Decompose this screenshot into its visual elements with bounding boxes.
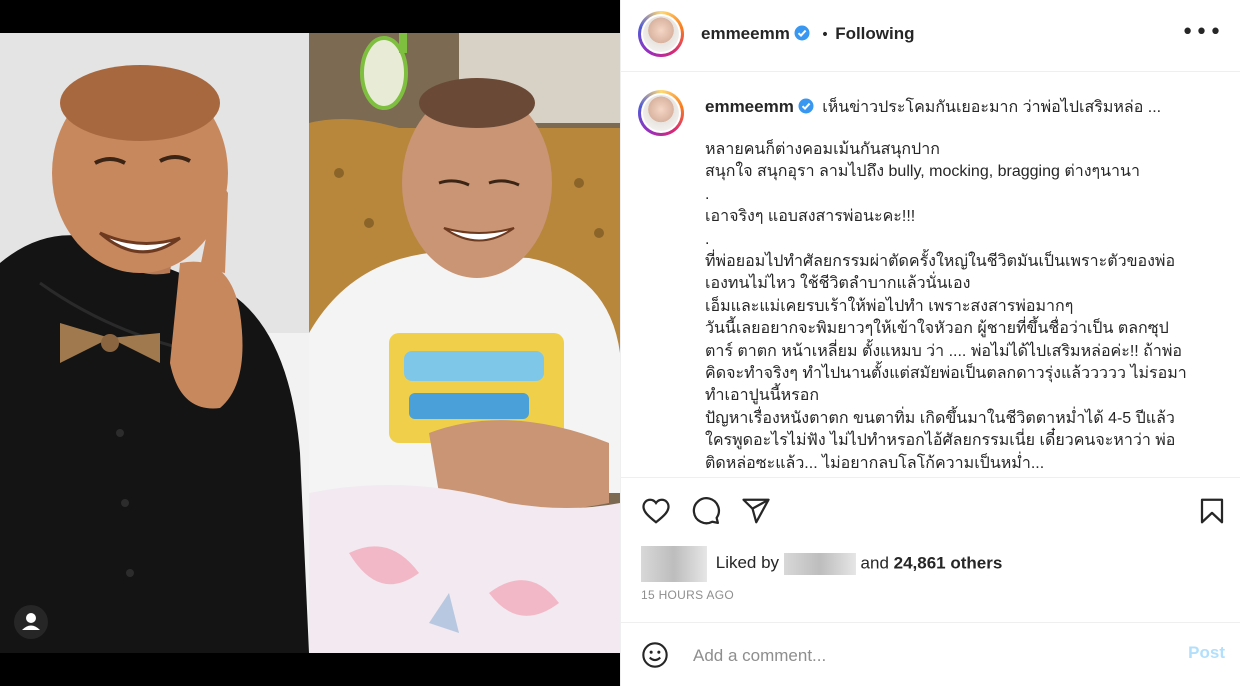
caption-username[interactable]: emmeemm xyxy=(705,97,794,116)
user-tag-icon xyxy=(22,613,40,630)
liked-by-avatars xyxy=(641,546,707,582)
liked-by-prefix: Liked by xyxy=(715,553,780,573)
liked-by-user[interactable] xyxy=(783,553,856,575)
post-actions: Liked by and 24,861 others 15 HOURS AGO xyxy=(621,477,1240,622)
caption-first-line: เห็นข่าวประโคมกันเยอะมาก ว่าพ่อไปเสริมหล… xyxy=(822,99,1162,116)
comment-icon[interactable] xyxy=(691,496,721,526)
post-header: emmeemm • Following ••• xyxy=(621,0,1240,72)
post-comment-button[interactable]: Post xyxy=(1188,643,1225,663)
post-modal: emmeemm • Following ••• emmeemm เห็นข่าวป… xyxy=(0,0,1240,686)
photo-left xyxy=(0,33,309,653)
verified-badge-icon xyxy=(798,98,814,114)
emoji-icon[interactable] xyxy=(641,641,669,669)
likes-line: Liked by and 24,861 others xyxy=(641,546,1231,582)
man-in-black-shirt-illustration xyxy=(0,33,309,653)
bookmark-icon[interactable] xyxy=(1197,496,1227,526)
liked-and: and xyxy=(860,553,889,573)
comment-input[interactable] xyxy=(691,643,1165,669)
caption-author-avatar[interactable] xyxy=(638,90,684,136)
post-media[interactable] xyxy=(0,0,620,686)
post-sidebar: emmeemm • Following ••• emmeemm เห็นข่าวป… xyxy=(620,0,1240,686)
dot-separator: • xyxy=(820,27,830,43)
comment-bar: Post xyxy=(621,622,1240,686)
share-icon[interactable] xyxy=(741,496,771,526)
author-username[interactable]: emmeemm xyxy=(701,24,790,43)
author-avatar[interactable] xyxy=(638,11,684,57)
following-button[interactable]: Following xyxy=(835,24,914,43)
man-on-couch-illustration xyxy=(309,33,620,653)
post-timestamp[interactable]: 15 HOURS AGO xyxy=(641,588,734,602)
heart-icon[interactable] xyxy=(641,496,671,526)
photo-right xyxy=(309,33,620,653)
verified-badge-icon xyxy=(794,25,810,41)
caption-body: หลายคนก็ต่างคอมเม้นกันสนุกปาก สนุกใจ สนุ… xyxy=(705,141,1187,472)
caption-area: emmeemm เห็นข่าวประโคมกันเยอะมาก ว่าพ่อไ… xyxy=(621,73,1240,477)
user-tag-button[interactable] xyxy=(14,605,48,639)
likes-count[interactable]: 24,861 others xyxy=(894,553,1003,572)
more-options-icon[interactable]: ••• xyxy=(1181,20,1223,45)
